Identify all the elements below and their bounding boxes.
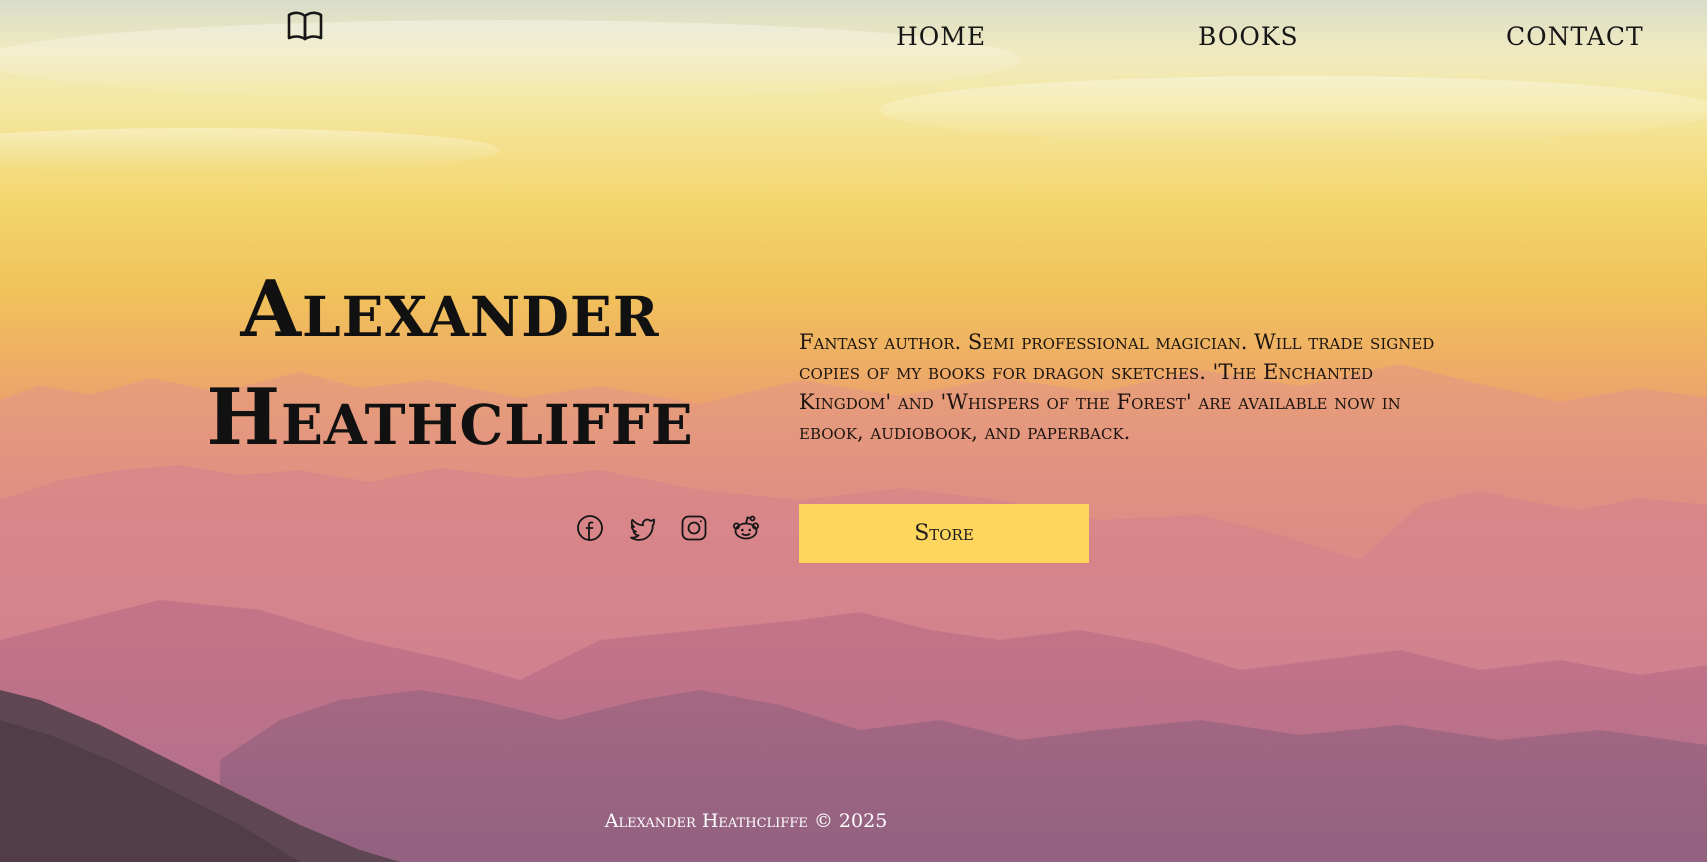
open-book-icon[interactable]: [287, 10, 323, 42]
author-name-line-2: Heathcliffe: [206, 372, 694, 463]
author-bio: Fantasy author. Semi professional magici…: [799, 330, 1435, 444]
nav-books-link[interactable]: BOOKS: [1198, 22, 1299, 51]
store-button[interactable]: Store: [799, 504, 1089, 563]
nav-contact-link[interactable]: CONTACT: [1506, 22, 1644, 51]
author-name-line-1: Alexander: [240, 264, 660, 355]
footer-copyright: Alexander Heathcliffe © 2025: [604, 810, 888, 832]
reddit-icon[interactable]: [732, 514, 760, 542]
twitter-icon[interactable]: [628, 514, 656, 542]
author-name-heading: Alexander Heathcliffe: [150, 256, 750, 472]
facebook-icon[interactable]: [576, 514, 604, 542]
nav-home-link[interactable]: HOME: [896, 22, 986, 51]
social-links: [576, 514, 760, 542]
footer: Alexander Heathcliffe © 2025: [0, 810, 1414, 832]
instagram-icon[interactable]: [680, 514, 708, 542]
